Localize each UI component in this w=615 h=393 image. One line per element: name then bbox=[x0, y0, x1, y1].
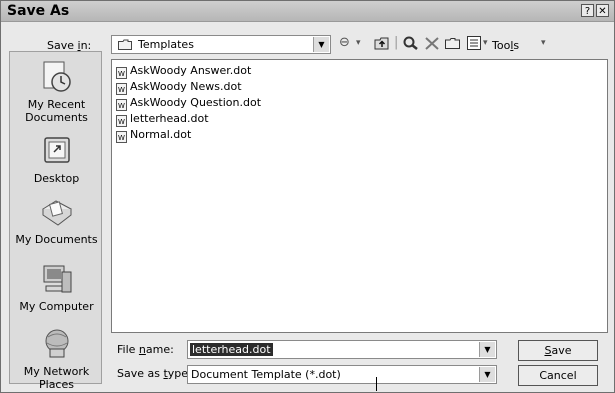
views-dropdown-icon[interactable]: ▾ bbox=[483, 34, 488, 52]
save-as-dialog: Save As ? ✕ Save in: Templates ▼ ⊖ ▾ | ▾… bbox=[0, 0, 615, 393]
desktop-icon bbox=[43, 137, 70, 163]
file-name: letterhead.dot bbox=[130, 112, 209, 125]
save-button[interactable]: Save bbox=[518, 340, 598, 361]
delete-icon[interactable] bbox=[425, 37, 439, 50]
chevron-down-icon[interactable]: ▼ bbox=[313, 37, 329, 52]
chevron-down-icon[interactable]: ▼ bbox=[479, 367, 495, 382]
word-template-icon: W bbox=[116, 115, 127, 127]
list-item[interactable]: W AskWoody Answer.dot bbox=[116, 63, 252, 79]
file-name-label-text-end: ame: bbox=[145, 343, 174, 356]
close-button[interactable]: ✕ bbox=[596, 4, 609, 17]
save-as-type-dropdown[interactable]: Document Template (*.dot) ▼ bbox=[187, 365, 497, 384]
my-documents-icon bbox=[41, 200, 72, 226]
place-label-line2: Places bbox=[39, 378, 74, 391]
folder-icon bbox=[118, 39, 132, 50]
tools-dropdown-icon[interactable]: ▾ bbox=[541, 34, 546, 52]
file-name-value: letterhead.dot bbox=[190, 343, 273, 356]
separator-icon: | bbox=[394, 35, 399, 50]
word-template-icon: W bbox=[116, 83, 127, 95]
place-label: My Network bbox=[23, 365, 90, 378]
back-dropdown-icon[interactable]: ▾ bbox=[356, 34, 361, 52]
file-list[interactable]: W AskWoody Answer.dot W AskWoody News.dot … bbox=[111, 59, 608, 333]
place-label: My Computer bbox=[19, 300, 94, 313]
tools-menu[interactable]: Tools bbox=[492, 39, 519, 52]
list-item[interactable]: Wletterhead.dot bbox=[116, 111, 209, 127]
views-icon[interactable] bbox=[467, 36, 481, 50]
save-button-label: ave bbox=[551, 344, 572, 357]
save-as-type-label: Save as type: bbox=[117, 367, 192, 380]
save-as-type-label-text: Save as bbox=[117, 367, 164, 380]
word-template-icon: W bbox=[116, 99, 127, 111]
list-item[interactable]: W AskWoody Question.dot bbox=[116, 95, 262, 111]
cancel-button[interactable]: Cancel bbox=[518, 365, 598, 386]
file-name-label-text: File bbox=[117, 343, 139, 356]
title-bar[interactable]: Save As ? ✕ bbox=[1, 1, 614, 22]
place-my-network-places[interactable]: My Network Places bbox=[10, 327, 103, 391]
network-places-icon bbox=[45, 329, 68, 358]
word-template-icon: W bbox=[116, 67, 127, 79]
recent-documents-icon bbox=[43, 61, 71, 92]
my-computer-icon bbox=[43, 265, 71, 293]
file-name: Normal.dot bbox=[130, 128, 192, 141]
back-icon[interactable]: ⊖ bbox=[339, 34, 350, 52]
place-my-documents[interactable]: My Documents bbox=[10, 195, 103, 246]
place-my-computer[interactable]: My Computer bbox=[10, 262, 103, 313]
new-folder-icon[interactable] bbox=[445, 37, 460, 49]
file-name: AskWoody News.dot bbox=[130, 80, 242, 93]
file-name-field[interactable]: letterhead.dot ▼ bbox=[187, 340, 497, 359]
list-item[interactable]: W AskWoody News.dot bbox=[116, 79, 242, 95]
tools-menu-text: Too bbox=[492, 39, 511, 52]
save-as-type-value: Document Template (*.dot) bbox=[191, 368, 341, 381]
place-desktop[interactable]: Desktop bbox=[10, 134, 103, 185]
places-bar: My Recent Documents Desktop My Documents bbox=[9, 51, 103, 391]
place-label: Desktop bbox=[33, 172, 80, 185]
text-cursor-icon bbox=[376, 377, 377, 391]
help-button[interactable]: ? bbox=[581, 4, 594, 17]
up-one-level-icon[interactable] bbox=[374, 36, 390, 50]
file-name: AskWoody Question.dot bbox=[130, 96, 262, 109]
place-my-recent-documents[interactable]: My Recent Documents bbox=[10, 60, 103, 124]
file-name-label: File name: bbox=[117, 343, 174, 356]
place-label: My Documents bbox=[15, 233, 98, 246]
file-name-label-accel: n bbox=[138, 343, 146, 356]
tools-menu-text-end: s bbox=[513, 39, 520, 52]
place-label-line2: Documents bbox=[25, 111, 88, 124]
place-label: My Recent bbox=[27, 98, 86, 111]
save-in-dropdown[interactable]: Templates ▼ bbox=[111, 35, 331, 54]
search-web-icon[interactable] bbox=[403, 36, 419, 50]
list-item[interactable]: W Normal.dot bbox=[116, 127, 192, 143]
chevron-down-icon[interactable]: ▼ bbox=[479, 342, 495, 357]
word-template-icon: W bbox=[116, 131, 127, 143]
dialog-title: Save As bbox=[7, 3, 70, 19]
save-in-location: Templates bbox=[138, 38, 194, 51]
file-name: AskWoody Answer.dot bbox=[130, 64, 252, 77]
